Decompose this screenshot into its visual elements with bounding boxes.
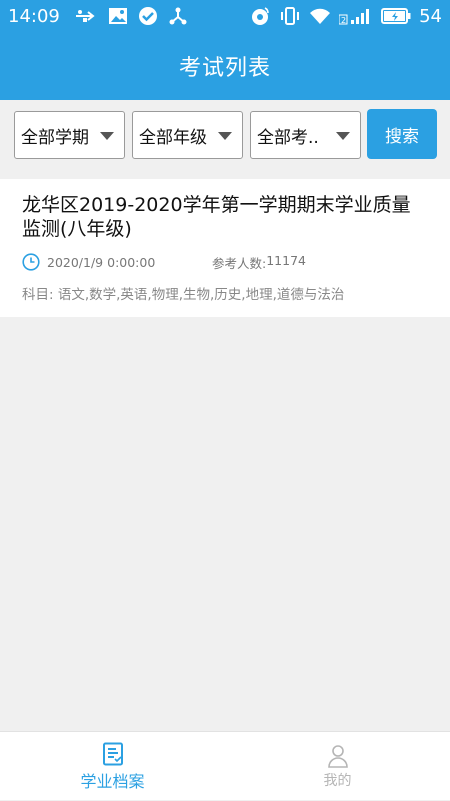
exam-subjects-value: 语文,数学,英语,物理,生物,历史,地理,道德与法治 <box>57 287 345 303</box>
wifi-icon <box>309 7 331 25</box>
chevron-down-icon <box>100 132 114 140</box>
search-button-label: 搜索 <box>385 126 419 147</box>
status-left-group: 14:09 <box>8 6 188 27</box>
share-icon <box>168 6 188 26</box>
check-circle-icon <box>138 6 158 26</box>
nav-item-academic-records[interactable]: 学业档案 <box>0 732 225 801</box>
exam-participants: 参考人数: 11174 <box>212 253 306 272</box>
nav-label-academic-records: 学业档案 <box>80 771 145 791</box>
exam-subjects-label: 科目: <box>22 287 58 303</box>
exam-list-item[interactable]: 龙华区2019-2020学年第一学期期末学业质量监测(八年级) 2020/1/9… <box>0 179 450 317</box>
exam-select[interactable]: 全部考.. <box>250 111 361 159</box>
search-button[interactable]: 搜索 <box>367 109 437 159</box>
semester-select-value: 全部学期 <box>21 127 89 148</box>
exam-count-label: 参考人数: <box>212 255 267 271</box>
status-right-group: 2 54 <box>251 6 442 27</box>
svg-text:2: 2 <box>341 16 346 25</box>
bottom-nav: 学业档案 我的 <box>0 731 450 800</box>
nfc-icon <box>251 6 271 26</box>
nav-item-mine[interactable]: 我的 <box>225 732 450 801</box>
nav-label-mine: 我的 <box>323 772 352 789</box>
status-time: 14:09 <box>8 5 60 27</box>
battery-charging-icon <box>381 8 411 24</box>
exam-select-value: 全部考.. <box>257 127 319 148</box>
exam-date: 2020/1/9 0:00:00 <box>47 254 156 270</box>
image-icon <box>108 7 128 25</box>
grade-select[interactable]: 全部年级 <box>132 111 243 159</box>
status-bar: 14:09 2 54 <box>0 0 450 32</box>
filter-bar: 全部学期 全部年级 全部考.. 搜索 <box>0 100 450 172</box>
exam-subjects: 科目: 语文,数学,英语,物理,生物,历史,地理,道德与法治 <box>22 283 344 303</box>
sim-signal-icon: 2 <box>339 6 373 26</box>
battery-level: 54 <box>419 5 442 27</box>
semester-select[interactable]: 全部学期 <box>14 111 125 159</box>
vibrate-icon <box>279 6 301 26</box>
exam-title: 龙华区2019-2020学年第一学期期末学业质量监测(八年级) <box>22 194 411 240</box>
chevron-down-icon <box>336 132 350 140</box>
exam-meta: 2020/1/9 0:00:00 参考人数: 11174 <box>22 251 432 273</box>
chevron-down-icon <box>218 132 232 140</box>
page-title: 考试列表 <box>178 56 271 81</box>
usb-icon <box>74 8 98 24</box>
person-icon <box>327 744 349 768</box>
app-header: 考试列表 <box>0 32 450 100</box>
document-icon <box>102 742 124 766</box>
clock-icon <box>22 253 40 271</box>
exam-count-value: 11174 <box>266 252 306 268</box>
grade-select-value: 全部年级 <box>139 127 207 148</box>
